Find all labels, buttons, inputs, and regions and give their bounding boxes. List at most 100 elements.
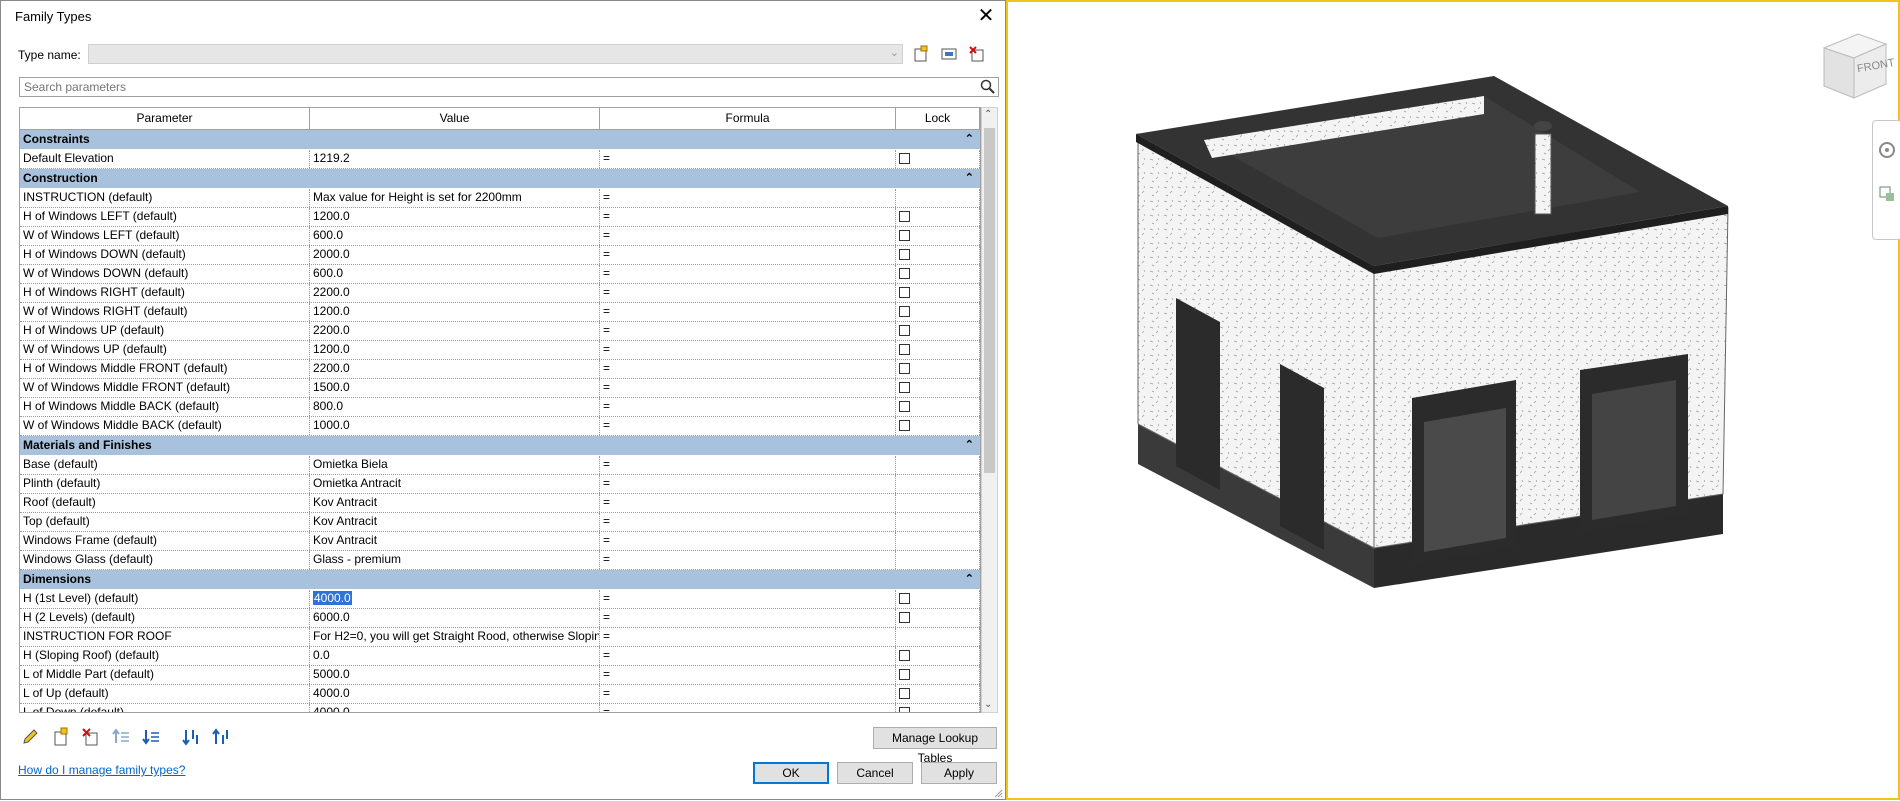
- collapse-chevron-icon[interactable]: ⌃: [965, 570, 974, 589]
- parameter-formula[interactable]: =: [600, 551, 896, 569]
- parameter-row[interactable]: W of Windows UP (default) 1200.0 =: [20, 341, 980, 360]
- parameter-value[interactable]: 600.0: [310, 227, 600, 245]
- parameter-lock[interactable]: [896, 322, 980, 340]
- parameter-row[interactable]: Roof (default) Kov Antracit =: [20, 494, 980, 513]
- parameter-formula[interactable]: =: [600, 704, 896, 712]
- parameter-row[interactable]: L of Middle Part (default) 5000.0 =: [20, 666, 980, 685]
- parameter-formula[interactable]: =: [600, 227, 896, 245]
- parameter-row[interactable]: Plinth (default) Omietka Antracit =: [20, 475, 980, 494]
- parameter-value[interactable]: 1200.0: [310, 341, 600, 359]
- parameter-row[interactable]: H of Windows Middle FRONT (default) 2200.…: [20, 360, 980, 379]
- 3d-viewport[interactable]: FRONT: [1006, 0, 1900, 800]
- parameter-lock[interactable]: [896, 227, 980, 245]
- parameter-name[interactable]: Windows Glass (default): [20, 551, 310, 569]
- parameter-name[interactable]: H of Windows RIGHT (default): [20, 284, 310, 302]
- lock-checkbox[interactable]: [899, 382, 910, 393]
- manage-lookup-tables-button[interactable]: Manage Lookup Tables: [873, 727, 997, 765]
- parameter-name[interactable]: Plinth (default): [20, 475, 310, 493]
- search-parameters[interactable]: [19, 77, 999, 97]
- lock-checkbox[interactable]: [899, 688, 910, 699]
- parameter-name[interactable]: L of Down (default): [20, 704, 310, 712]
- parameter-lock[interactable]: [896, 379, 980, 397]
- lock-checkbox[interactable]: [899, 363, 910, 374]
- lock-checkbox[interactable]: [899, 707, 910, 712]
- dialog-titlebar[interactable]: Family Types ✕: [1, 1, 1005, 31]
- lock-checkbox[interactable]: [899, 306, 910, 317]
- parameter-formula[interactable]: =: [600, 284, 896, 302]
- parameter-lock[interactable]: [896, 417, 980, 435]
- lock-checkbox[interactable]: [899, 612, 910, 623]
- parameter-value[interactable]: 800.0: [310, 398, 600, 416]
- parameter-formula[interactable]: =: [600, 265, 896, 283]
- parameter-value[interactable]: 2000.0: [310, 246, 600, 264]
- parameter-value[interactable]: 2200.0: [310, 322, 600, 340]
- parameter-row[interactable]: L of Up (default) 4000.0 =: [20, 685, 980, 704]
- parameter-row[interactable]: Top (default) Kov Antracit =: [20, 513, 980, 532]
- chevron-down-icon[interactable]: ⌄: [890, 46, 899, 59]
- lock-checkbox[interactable]: [899, 325, 910, 336]
- parameter-name[interactable]: W of Windows RIGHT (default): [20, 303, 310, 321]
- header-lock[interactable]: Lock: [896, 108, 980, 129]
- ok-button[interactable]: OK: [753, 762, 829, 784]
- parameter-row[interactable]: W of Windows LEFT (default) 600.0 =: [20, 227, 980, 246]
- parameter-value[interactable]: 2200.0: [310, 360, 600, 378]
- parameter-name[interactable]: Top (default): [20, 513, 310, 531]
- parameter-formula[interactable]: =: [600, 379, 896, 397]
- lock-checkbox[interactable]: [899, 249, 910, 260]
- parameter-row[interactable]: Base (default) Omietka Biela =: [20, 456, 980, 475]
- search-icon[interactable]: [980, 79, 996, 98]
- parameter-row[interactable]: H of Windows Middle BACK (default) 800.0 =: [20, 398, 980, 417]
- parameter-formula[interactable]: =: [600, 189, 896, 207]
- parameter-lock[interactable]: [896, 265, 980, 283]
- parameter-name[interactable]: H of Windows UP (default): [20, 322, 310, 340]
- parameter-lock[interactable]: [896, 685, 980, 703]
- parameter-formula[interactable]: =: [600, 532, 896, 550]
- lock-checkbox[interactable]: [899, 669, 910, 680]
- edit-parameter-icon[interactable]: [21, 727, 41, 747]
- parameter-value[interactable]: 2200.0: [310, 284, 600, 302]
- rename-type-icon[interactable]: [940, 45, 960, 63]
- parameter-value[interactable]: 1200.0: [310, 303, 600, 321]
- parameter-formula[interactable]: =: [600, 341, 896, 359]
- parameter-formula[interactable]: =: [600, 494, 896, 512]
- parameter-row[interactable]: Windows Glass (default) Glass - premium =: [20, 551, 980, 570]
- parameter-formula[interactable]: =: [600, 666, 896, 684]
- delete-type-icon[interactable]: [968, 45, 988, 63]
- parameter-name[interactable]: W of Windows LEFT (default): [20, 227, 310, 245]
- parameter-formula[interactable]: =: [600, 609, 896, 627]
- grid-scrollbar[interactable]: ⌃ ⌄: [981, 107, 998, 713]
- parameter-name[interactable]: Roof (default): [20, 494, 310, 512]
- lock-checkbox[interactable]: [899, 420, 910, 431]
- parameter-name[interactable]: H of Windows Middle BACK (default): [20, 398, 310, 416]
- parameter-formula[interactable]: =: [600, 590, 896, 608]
- parameter-name[interactable]: Default Elevation: [20, 150, 310, 168]
- parameter-name[interactable]: H (2 Levels) (default): [20, 609, 310, 627]
- parameter-row[interactable]: H (1st Level) (default) 4000.0 =: [20, 590, 980, 609]
- group-header[interactable]: Dimensions ⌃: [20, 570, 980, 590]
- close-icon[interactable]: ✕: [973, 3, 999, 29]
- collapse-chevron-icon[interactable]: ⌃: [965, 169, 974, 188]
- parameter-row[interactable]: W of Windows DOWN (default) 600.0 =: [20, 265, 980, 284]
- parameter-row[interactable]: INSTRUCTION (default) Max value for Heigh…: [20, 189, 980, 208]
- parameter-value[interactable]: 1200.0: [310, 208, 600, 226]
- parameter-formula[interactable]: =: [600, 475, 896, 493]
- parameter-value[interactable]: 5000.0: [310, 666, 600, 684]
- parameter-formula[interactable]: =: [600, 303, 896, 321]
- parameter-row[interactable]: H of Windows RIGHT (default) 2200.0 =: [20, 284, 980, 303]
- parameter-lock[interactable]: [896, 666, 980, 684]
- collapse-chevron-icon[interactable]: ⌃: [965, 436, 974, 455]
- parameter-row[interactable]: H (2 Levels) (default) 6000.0 =: [20, 609, 980, 628]
- collapse-chevron-icon[interactable]: ⌃: [965, 130, 974, 149]
- move-down-icon[interactable]: [141, 727, 161, 747]
- parameter-row[interactable]: H of Windows UP (default) 2200.0 =: [20, 322, 980, 341]
- parameter-value[interactable]: 4000.0: [310, 704, 600, 712]
- parameter-name[interactable]: Windows Frame (default): [20, 532, 310, 550]
- type-name-combo[interactable]: ⌄: [88, 44, 903, 64]
- parameter-row[interactable]: L of Down (default) 4000.0 =: [20, 704, 980, 712]
- header-parameter[interactable]: Parameter: [20, 108, 310, 129]
- scroll-down-icon[interactable]: ⌄: [984, 699, 992, 710]
- parameter-name[interactable]: H (1st Level) (default): [20, 590, 310, 608]
- parameter-value[interactable]: Omietka Biela: [310, 456, 600, 474]
- parameter-name[interactable]: W of Windows UP (default): [20, 341, 310, 359]
- lock-checkbox[interactable]: [899, 593, 910, 604]
